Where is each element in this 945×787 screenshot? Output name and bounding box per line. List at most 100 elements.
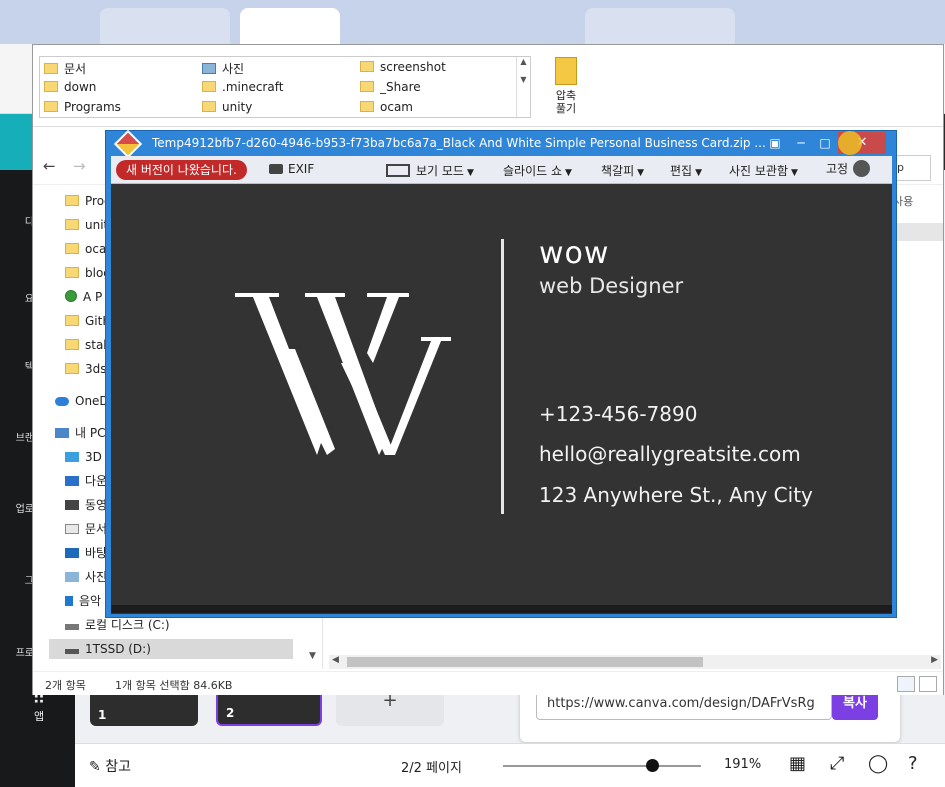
extract-label: 압축 [555,89,577,102]
tree-item[interactable]: 바탕 [65,543,107,563]
caret-down-icon: ▼ [695,168,703,178]
image-viewer-window: Temp4912bfb7-d260-4946-b953-f73ba7bc6a7a… [105,129,897,618]
tree-label: 바탕 [85,546,108,560]
notes-button[interactable]: ✎ 참고 [89,756,131,776]
tree-item[interactable]: 음악 [65,591,101,611]
ribbon-folder[interactable]: screenshot [360,60,446,74]
tree-item[interactable]: 3D [65,447,102,467]
tree-scroll-down[interactable]: ▼ [309,651,321,661]
tree-item-selected[interactable]: 1TSSD (D:) [49,639,293,659]
notes-icon: ✎ [89,759,101,775]
sidebar-item-elements[interactable]: 요 [0,290,34,305]
minimize-button[interactable]: ─ [788,133,814,153]
tree-label: 1TSSD (D:) [85,642,151,656]
sidebar-item-projects[interactable]: 프로 [0,644,34,659]
fullscreen-icon[interactable]: ⤢ [830,753,844,774]
help-icon[interactable]: ? [908,753,918,774]
grid-view-icon[interactable]: ▦ [789,753,806,774]
scroll-left-icon[interactable]: ◀ [332,655,339,665]
back-arrow-icon[interactable]: ← [43,157,56,175]
music-icon [65,596,73,606]
zoom-level[interactable]: 191% [724,757,761,772]
tree-item-this-pc[interactable]: 내 PC [55,423,105,443]
tree-item[interactable]: 동영 [65,495,107,515]
zoom-slider-thumb[interactable] [645,759,659,772]
folder-label: _Share [380,80,421,94]
tree-item-onedrive[interactable]: OneD [55,391,109,411]
view-mode-menu[interactable]: 보기 모드 ▼ [386,162,474,179]
bookmark-menu[interactable]: 책갈피 ▼ [601,162,644,179]
tree-item[interactable]: 문서 [65,519,107,539]
download-icon [65,476,79,486]
folder-label: screenshot [380,60,446,74]
tree-label: OneD [75,394,109,408]
check-circle-icon[interactable]: ◯ [868,753,888,774]
tree-item[interactable]: 사진 [65,567,107,587]
ribbon-folder[interactable]: unity [202,100,252,114]
fullscreen-toggle-icon[interactable]: ▣ [762,133,788,153]
ribbon-list-scrollbar[interactable]: ▲ ▼ [516,57,530,117]
viewer-title-bar[interactable]: Temp4912bfb7-d260-4946-b953-f73ba7bc6a7a… [106,129,896,159]
maximize-button[interactable]: □ [812,133,838,153]
tree-label: 3D [85,450,102,464]
sidebar-item-draw[interactable]: 그 [0,572,34,587]
explorer-status-bar: 2개 항목 1개 항목 선택함 84.6KB [33,671,943,695]
sidebar-item-apps[interactable]: ⠿ 앱 [22,690,56,724]
menu-label: 책갈피 [601,164,635,178]
sidebar-item-uploads[interactable]: 업로 [0,500,34,515]
ribbon-folder[interactable]: _Share [360,80,421,94]
sidebar-item-brand[interactable]: 브랜 [0,429,34,444]
ribbon-folder-list: 문서 사진 screenshot down .minecraft _Share … [39,56,531,118]
photo-storage-menu[interactable]: 사진 보관함 ▼ [729,162,798,179]
tree-item[interactable]: 다운 [65,471,107,491]
caret-down-icon: ▼ [637,168,645,178]
scrollbar-thumb[interactable] [347,657,703,667]
extract-button[interactable]: 압축 풀기 [551,57,581,115]
tree-item[interactable]: unit [65,215,108,235]
folder-icon [65,243,79,254]
slideshow-menu[interactable]: 슬라이드 쇼 ▼ [503,162,572,179]
folder-icon [202,101,216,112]
tree-label: 로컬 디스크 (C:) [85,618,170,632]
forward-arrow-icon[interactable]: → [73,157,86,175]
details-view-icon[interactable] [897,676,915,692]
viewer-toolbar: 새 버전이 나왔습니다. EXIF 보기 모드 ▼ 슬라이드 쇼 ▼ 책갈피 ▼ 편집… [111,156,892,184]
edit-menu[interactable]: 편집 ▼ [670,162,702,179]
page-indicator[interactable]: 2/2 페이지 [401,757,462,776]
ribbon-folder[interactable]: 문서 [44,60,86,77]
caret-down-icon: ▼ [565,168,572,178]
ribbon-folder[interactable]: .minecraft [202,80,283,94]
tree-label: oca [85,242,107,256]
scroll-right-icon[interactable]: ▶ [931,655,938,665]
tree-label: 동영 [85,498,108,512]
explorer-search-area: p [893,149,943,183]
sidebar-item-design[interactable]: 디 [0,213,34,228]
browser-tab[interactable] [585,8,735,44]
large-icons-view-icon[interactable] [919,676,937,692]
ribbon-folder[interactable]: Programs [44,100,121,114]
ribbon-folder[interactable]: down [44,80,96,94]
exif-button[interactable]: EXIF [269,162,314,176]
folder-icon [44,81,58,92]
search-input[interactable]: p [893,155,931,181]
drive-icon [65,649,79,654]
tree-item[interactable]: oca [65,239,106,259]
sidebar-item-text[interactable]: 텍 [0,358,34,373]
ribbon-folder[interactable]: ocam [360,100,413,114]
tree-item[interactable]: 3ds [65,359,107,379]
folder-label: 사진 [222,62,245,76]
folder-icon [44,63,58,74]
selection-info: 1개 항목 선택함 84.6KB [115,679,233,692]
zoom-slider-track[interactable] [503,765,701,767]
tree-item[interactable]: A P [65,287,102,307]
pin-icon [853,160,871,177]
browser-tab[interactable] [100,8,230,44]
horizontal-scrollbar[interactable]: ◀ ▶ [329,655,941,669]
ribbon-folder[interactable]: 사진 [202,60,244,77]
tree-item[interactable]: 로컬 디스크 (C:) [65,615,170,635]
viewer-filmstrip-edge [111,605,892,613]
update-available-badge[interactable]: 새 버전이 나왔습니다. [116,160,247,180]
browser-tab-strip [0,0,945,44]
browser-tab-active[interactable] [240,8,340,44]
pin-toggle[interactable]: 고정 [826,160,871,177]
